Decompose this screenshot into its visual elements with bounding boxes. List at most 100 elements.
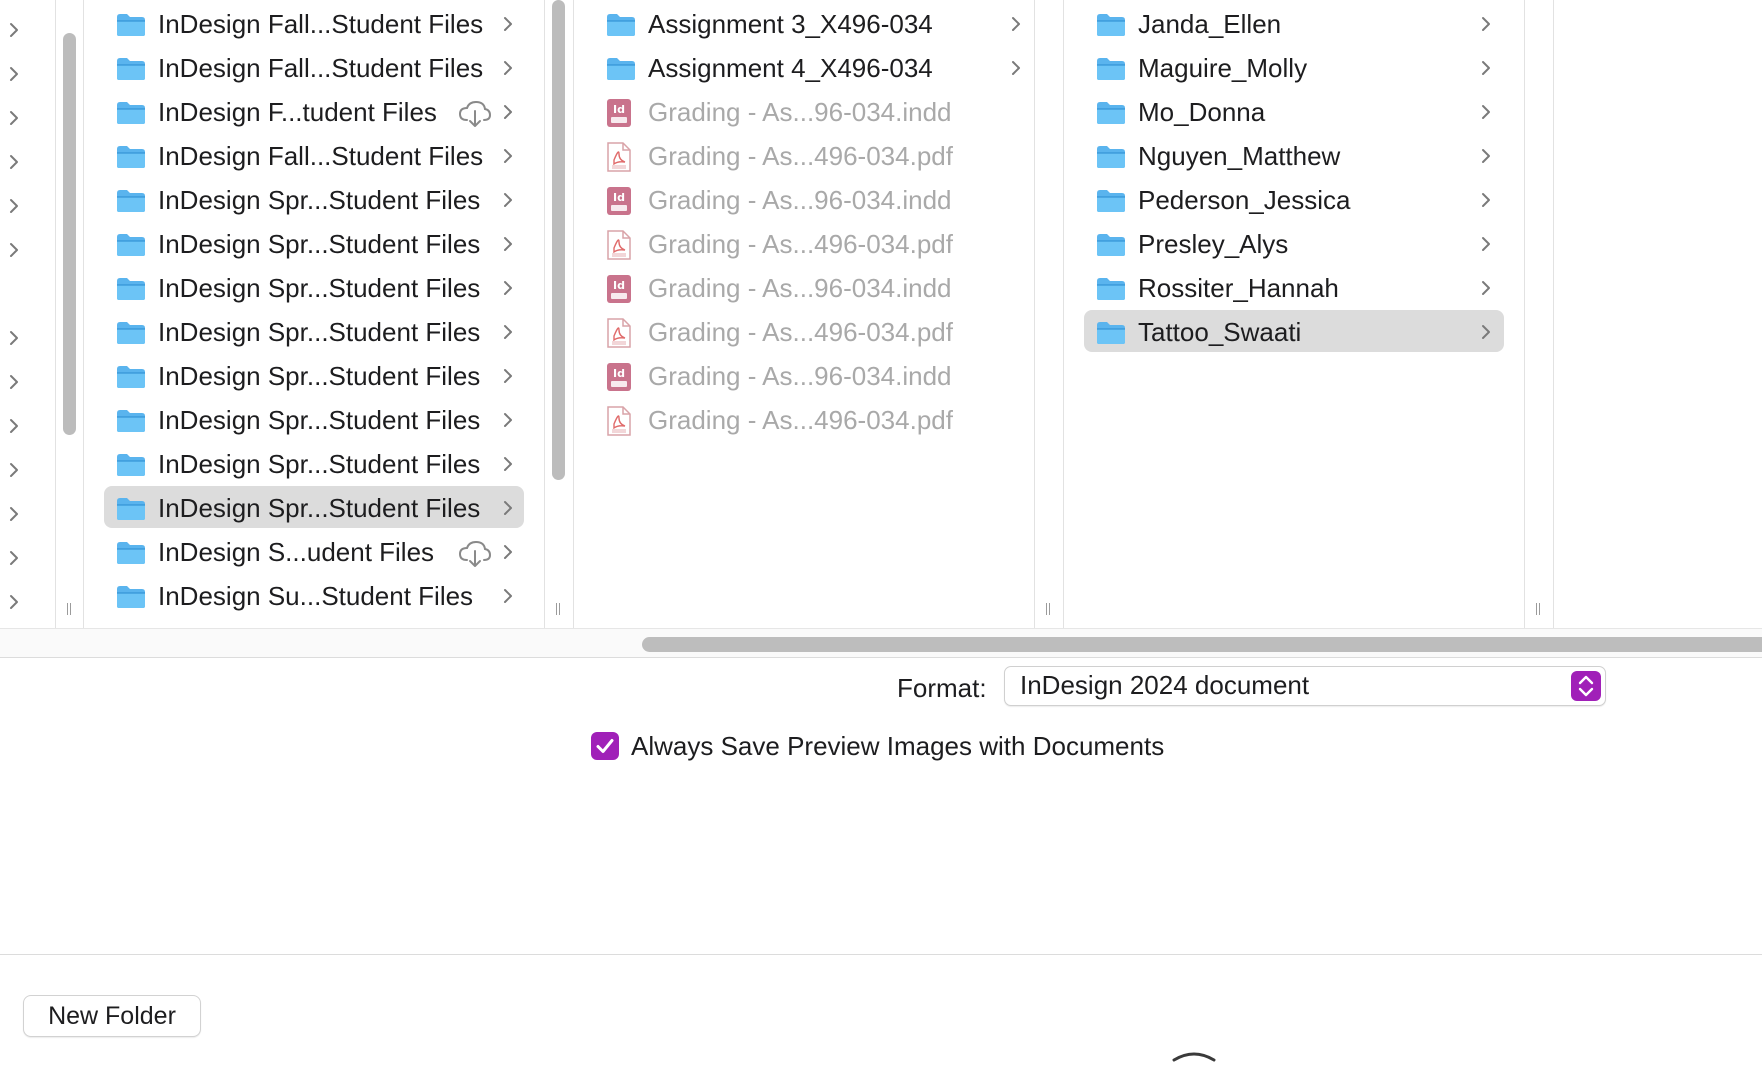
collapse-caret-icon[interactable] (1172, 1048, 1216, 1062)
list-item[interactable]: Rossiter_Hannah (1084, 266, 1504, 308)
indd-file-icon: Id (606, 186, 632, 216)
indd-file-icon: Id (606, 362, 632, 392)
list-item-label: Maguire_Molly (1138, 53, 1308, 83)
chevron-right-icon (502, 543, 514, 561)
chevron-right-icon[interactable] (8, 329, 20, 347)
footer-divider (0, 954, 1762, 955)
list-item[interactable]: InDesign Spr...Student Files (104, 398, 524, 440)
column-resize-handle[interactable] (64, 600, 74, 618)
folder-icon (116, 13, 146, 37)
folder-icon (116, 57, 146, 81)
list-item-label: Grading - As...496-034.pdf (648, 405, 953, 435)
chevron-right-icon (1480, 235, 1492, 253)
chevron-right-icon[interactable] (8, 373, 20, 391)
chevron-right-icon[interactable] (8, 153, 20, 171)
list-item[interactable]: InDesign Spr...Student Files (104, 442, 524, 484)
column-resize-handle[interactable] (553, 600, 563, 618)
list-item[interactable]: InDesign Fall...Student Files (104, 46, 524, 88)
chevron-right-icon[interactable] (8, 197, 20, 215)
folder-icon (116, 101, 146, 125)
list-item[interactable]: InDesign F...tudent Files (104, 90, 524, 132)
chevron-right-icon (1010, 15, 1022, 33)
list-item-label: InDesign Spr...Student Files (158, 361, 481, 391)
folder-icon (116, 145, 146, 169)
list-item-label: InDesign Fall...Student Files (158, 9, 484, 39)
list-item[interactable]: InDesign S...udent Files (104, 530, 524, 572)
folder-icon (1096, 145, 1126, 169)
list-item[interactable]: Nguyen_Matthew (1084, 134, 1504, 176)
column-1: InDesign Fall...Student Files InDesign Fa… (84, 0, 545, 628)
format-select-value: InDesign 2024 document (1020, 670, 1310, 700)
folder-icon (1096, 189, 1126, 213)
chevron-right-icon (1480, 59, 1492, 77)
list-item[interactable]: InDesign Spr...Student Files (104, 222, 524, 264)
list-item[interactable]: Grading - As...496-034.pdf (594, 222, 1014, 264)
chevron-right-icon (1480, 279, 1492, 297)
list-item[interactable]: Grading - As...496-034.pdf (594, 134, 1014, 176)
chevron-right-icon[interactable] (8, 461, 20, 479)
vertical-scrollbar[interactable] (63, 33, 76, 435)
new-folder-button[interactable]: New Folder (23, 995, 201, 1037)
horizontal-scrollbar-thumb[interactable] (642, 637, 1762, 652)
column-0-scroller (55, 0, 84, 628)
list-item-label: Grading - As...96-034.indd (648, 97, 952, 127)
list-item[interactable]: Grading - As...496-034.pdf (594, 398, 1014, 440)
chevron-right-icon[interactable] (8, 241, 20, 259)
list-item[interactable]: Id Grading - As...96-034.indd (594, 354, 1014, 396)
cloud-download-icon[interactable] (458, 99, 492, 129)
column-browser: InDesign Fall...Student Files InDesign Fa… (0, 0, 1762, 628)
list-item[interactable]: Janda_Ellen (1084, 2, 1504, 44)
chevron-right-icon (502, 455, 514, 473)
list-item[interactable]: Presley_Alys (1084, 222, 1504, 264)
list-item[interactable]: Assignment 4_X496-034 (594, 46, 1020, 88)
chevron-right-icon[interactable] (8, 505, 20, 523)
chevron-right-icon (502, 191, 514, 209)
format-select[interactable]: InDesign 2024 document (1004, 666, 1606, 706)
folder-icon (116, 585, 146, 609)
column-0[interactable] (0, 0, 56, 628)
list-item[interactable]: InDesign Spr...Student Files (104, 178, 524, 220)
list-item[interactable]: Pederson_Jessica (1084, 178, 1504, 220)
list-item[interactable]: Mo_Donna (1084, 90, 1504, 132)
chevron-right-icon[interactable] (8, 593, 20, 611)
chevron-right-icon[interactable] (8, 549, 20, 567)
list-item[interactable]: InDesign Fall...Student Files (104, 134, 524, 176)
column-3: Janda_Ellen Maguire_Molly Mo_Donna Nguyen_M… (1064, 0, 1525, 628)
folder-icon (1096, 233, 1126, 257)
list-item[interactable]: Tattoo_Swaati (1084, 310, 1504, 352)
up-down-chevron-icon (1571, 671, 1601, 701)
chevron-right-icon[interactable] (8, 109, 20, 127)
column-2-gutter (1035, 0, 1064, 628)
chevron-right-icon[interactable] (8, 21, 20, 39)
list-item[interactable]: Assignment 3_X496-034 (594, 2, 1020, 44)
chevron-right-icon (502, 235, 514, 253)
list-item[interactable]: Grading - As...496-034.pdf (594, 310, 1014, 352)
list-item[interactable]: InDesign Spr...Student Files (104, 354, 524, 396)
column-resize-handle[interactable] (1043, 600, 1053, 618)
vertical-scrollbar[interactable] (552, 0, 565, 480)
list-item[interactable]: Id Grading - As...96-034.indd (594, 266, 1014, 308)
list-item[interactable]: InDesign Spr...Student Files (104, 266, 524, 308)
chevron-right-icon[interactable] (8, 417, 20, 435)
list-item-label: Grading - As...496-034.pdf (648, 229, 953, 259)
column-resize-handle[interactable] (1533, 600, 1543, 618)
list-item[interactable]: Maguire_Molly (1084, 46, 1504, 88)
list-item[interactable]: InDesign Spr...Student Files (104, 310, 524, 352)
list-item[interactable]: Id Grading - As...96-034.indd (594, 90, 1014, 132)
horizontal-scroll-track[interactable] (0, 628, 1762, 658)
list-item[interactable]: InDesign Fall...Student Files (104, 2, 524, 44)
chevron-right-icon (502, 411, 514, 429)
list-item-label: InDesign Spr...Student Files (158, 185, 481, 215)
list-item[interactable]: InDesign Spr...Student Files (104, 486, 524, 528)
list-item[interactable]: Id Grading - As...96-034.indd (594, 178, 1014, 220)
list-item-label: Presley_Alys (1138, 229, 1289, 259)
list-item-label: InDesign Spr...Student Files (158, 493, 481, 523)
chevron-right-icon (502, 15, 514, 33)
list-item[interactable]: InDesign Su...Student Files (104, 574, 524, 616)
folder-icon (116, 321, 146, 345)
chevron-right-icon (502, 103, 514, 121)
chevron-right-icon (1480, 191, 1492, 209)
chevron-right-icon[interactable] (8, 65, 20, 83)
cloud-download-icon[interactable] (458, 539, 492, 569)
preview-images-checkbox[interactable] (591, 732, 619, 760)
